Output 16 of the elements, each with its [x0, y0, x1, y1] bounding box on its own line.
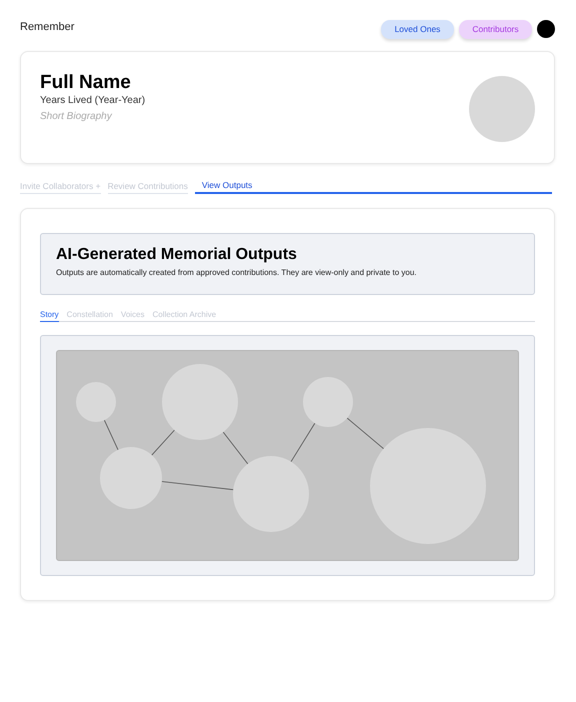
- sub-tab[interactable]: Collection Archive: [152, 309, 216, 322]
- short-biography: Short Biography: [40, 111, 114, 122]
- nav-button[interactable]: Contributors: [459, 20, 532, 38]
- sub-tab[interactable]: Story: [40, 309, 59, 322]
- user-avatar[interactable]: [537, 20, 555, 38]
- tab[interactable]: Invite Collaborators +: [20, 178, 101, 194]
- nav-button[interactable]: Loved Ones: [381, 20, 454, 38]
- sub-tab[interactable]: Constellation: [66, 309, 113, 322]
- brand-name: Remember: [20, 20, 74, 32]
- full-name: Full Name: [40, 72, 132, 94]
- tab[interactable]: View Outputs: [194, 178, 552, 194]
- years-lived: Years Lived (Year-Year): [40, 95, 146, 106]
- banner-description: Outputs are automatically created from approved contributions. They are view-only and private to you.: [56, 268, 418, 277]
- banner-title: AI-Generated Memorial Outputs: [56, 246, 298, 264]
- sub-tab[interactable]: Voices: [120, 309, 144, 322]
- tab[interactable]: Review Contributions: [108, 178, 188, 194]
